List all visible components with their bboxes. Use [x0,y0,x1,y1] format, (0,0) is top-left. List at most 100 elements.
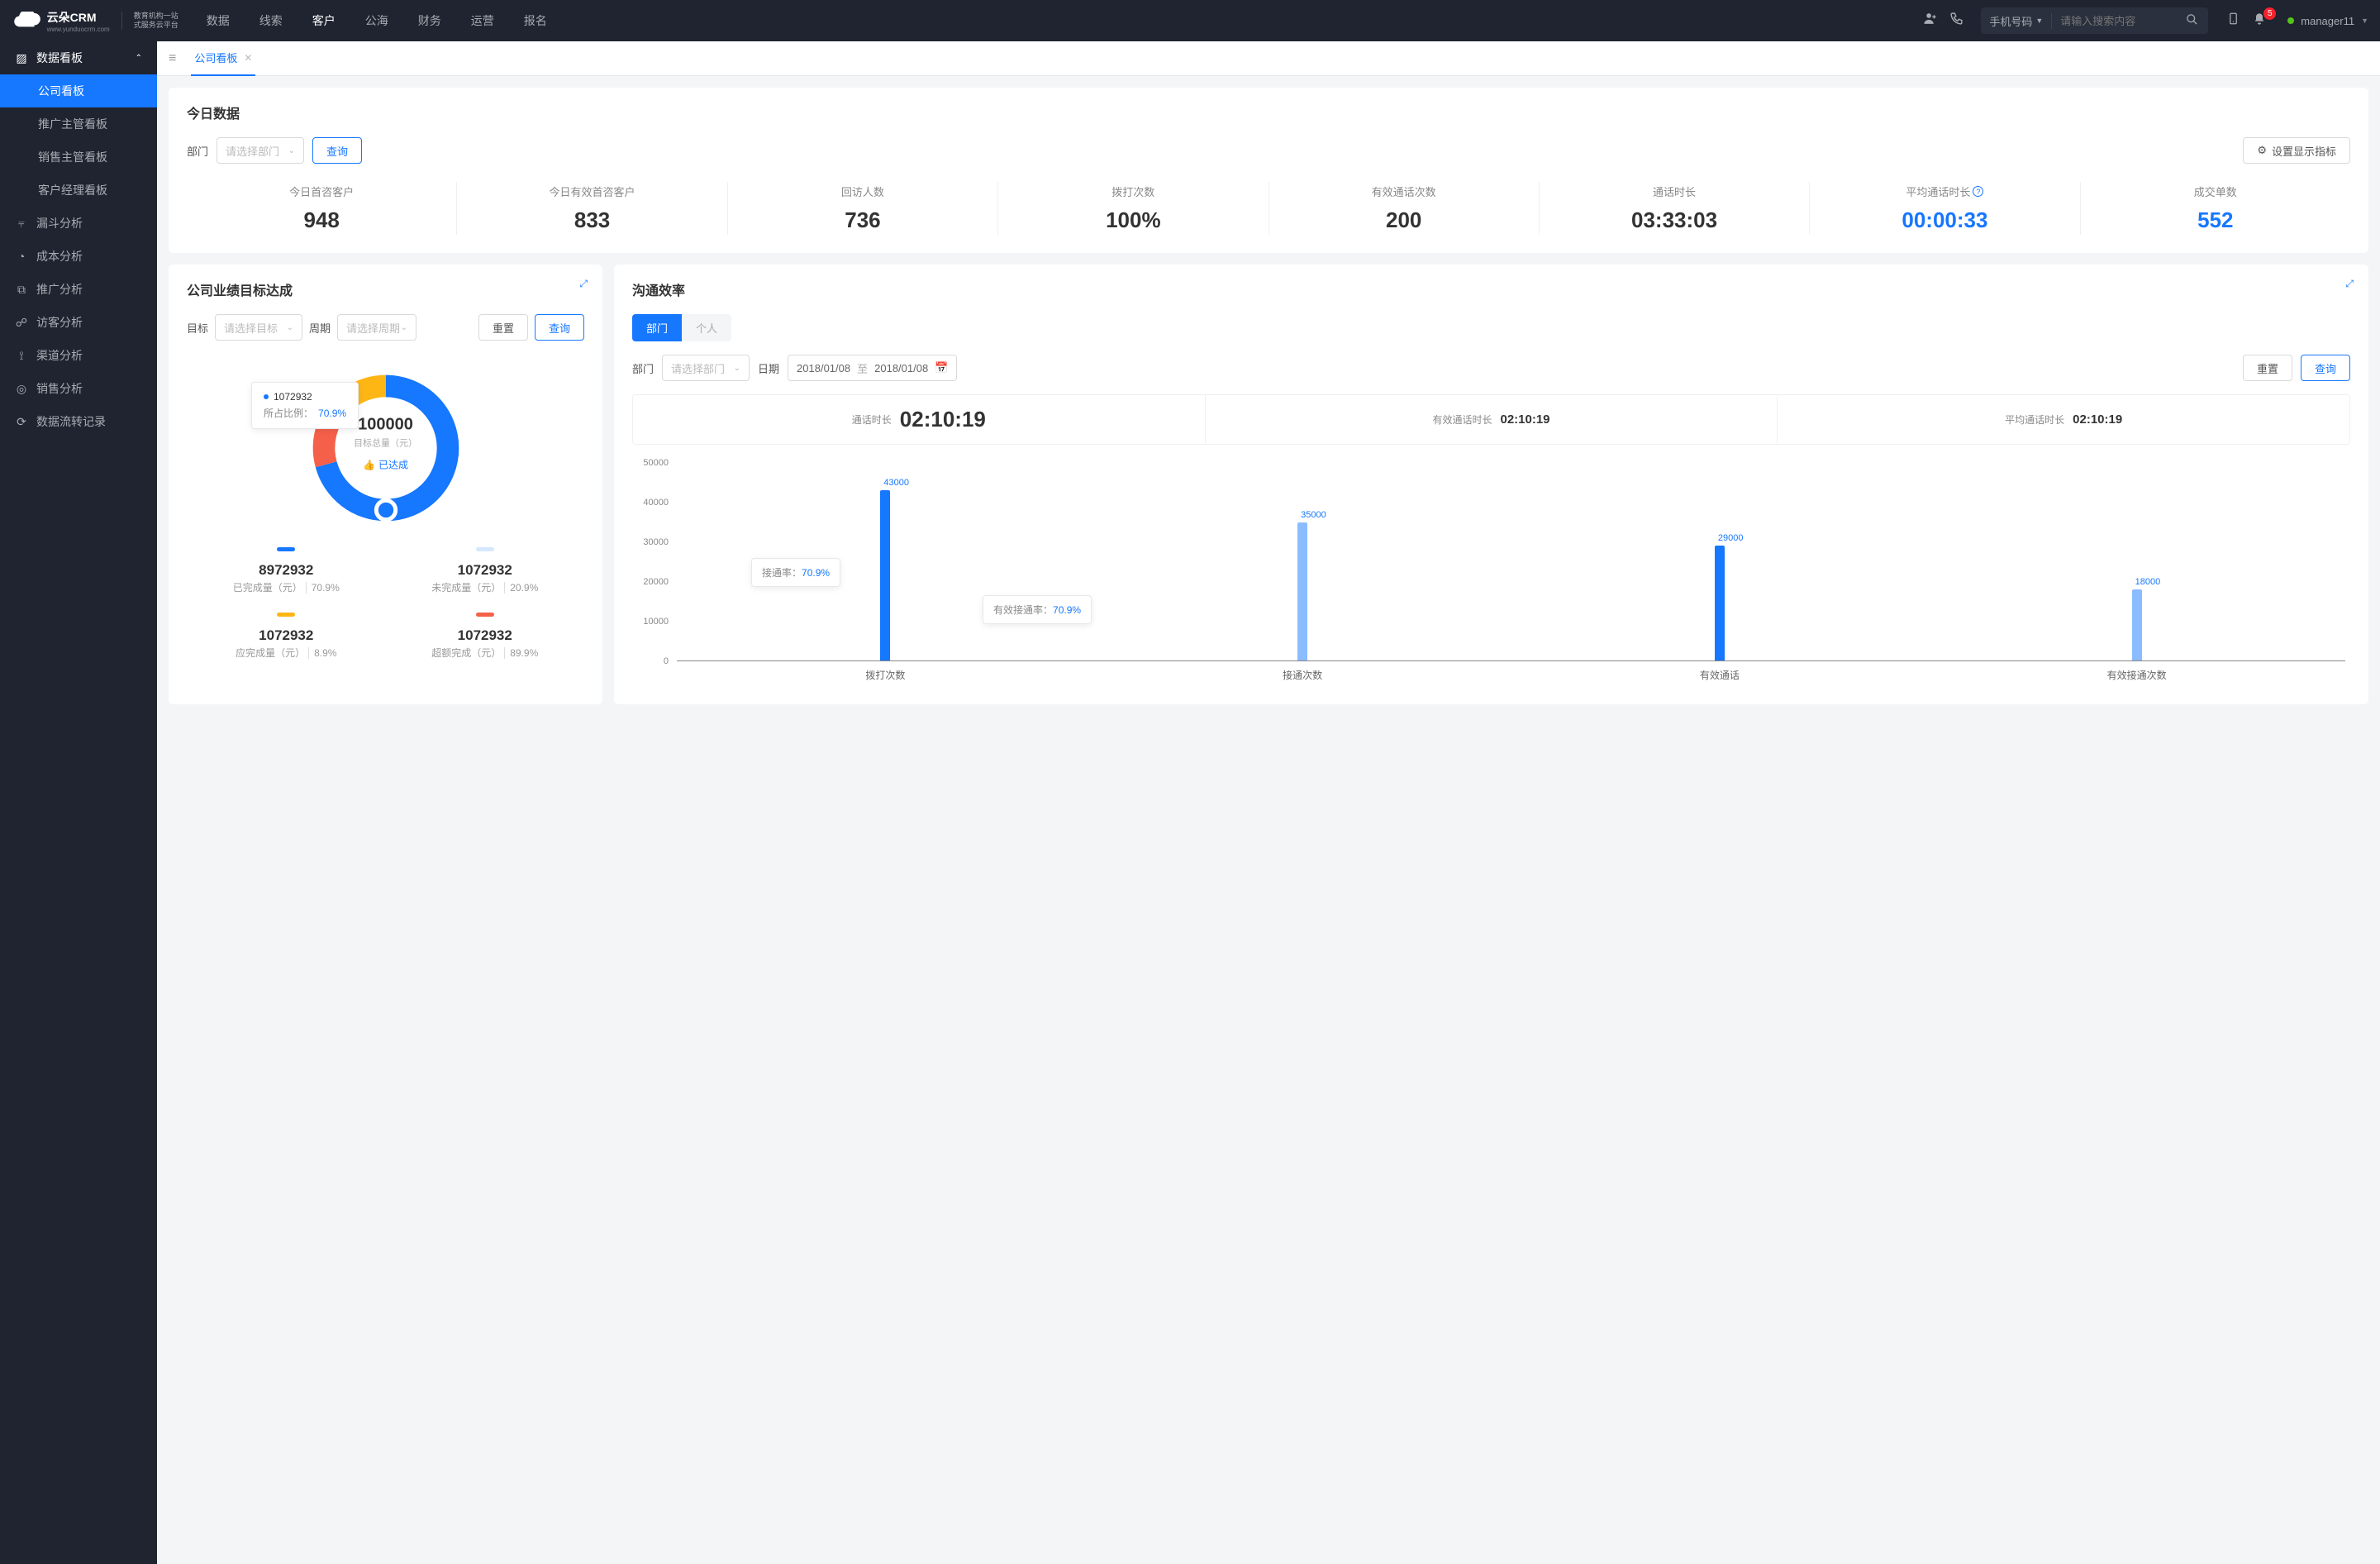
bell-icon[interactable]: 5 [2246,12,2273,30]
burger-icon[interactable]: ≡ [169,51,176,66]
eff-dept-select[interactable]: 请选择部门⌄ [662,355,750,381]
sidebar-item[interactable]: ◔成本分析 [0,240,157,273]
menu-icon: ◔ [15,250,28,263]
stat-item: 今日首咨客户948 [187,182,457,235]
chevron-up-icon: ⌃ [136,54,142,63]
search-icon[interactable] [2176,13,2208,28]
thumbs-up-icon: 👍 [363,459,375,470]
sidebar-sub-item[interactable]: 推广主管看板 [0,107,157,141]
gear-icon: ⚙ [2257,144,2267,157]
sidebar-sub-item[interactable]: 客户经理看板 [0,174,157,207]
segment-tab[interactable]: 个人 [682,314,731,341]
bar-chart: 01000020000300004000050000 4300035000290… [632,455,2350,686]
sidebar-item[interactable]: ⟳数据流转记录 [0,405,157,438]
close-icon[interactable]: ✕ [244,52,252,64]
nav-item[interactable]: 数据 [207,12,230,29]
logo-text: 云朵CRM [47,9,110,26]
nav-item[interactable]: 客户 [312,12,336,29]
goal-title: 公司业绩目标达成 [187,279,584,299]
nav-item[interactable]: 财务 [418,12,441,29]
header-search: 手机号码▼ [1981,7,2208,34]
legend-item: 1072932应完成量（元）8.9% [187,613,386,660]
logo-url: www.yunduocrm.com [47,26,110,33]
tab-company-board[interactable]: 公司看板 ✕ [191,41,255,76]
stat-item: 通话时长03:33:03 [1540,182,1810,235]
stat-item: 回访人数736 [728,182,998,235]
expand-icon[interactable]: ⤢ [2345,278,2354,290]
today-title: 今日数据 [187,103,2350,122]
nav-item[interactable]: 报名 [524,12,547,29]
dashboard-icon: ▨ [15,51,28,65]
stat-item: 有效通话次数200 [1269,182,1540,235]
sidebar-sub-item[interactable]: 销售主管看板 [0,141,157,174]
reset-button[interactable]: 重置 [2243,355,2292,381]
query-button[interactable]: 查询 [312,137,362,164]
date-range-input[interactable]: 2018/01/08至2018/01/08 📅 [788,355,957,381]
sidebar-item[interactable]: ⟟渠道分析 [0,339,157,372]
legend-item: 8972932已完成量（元）70.9% [187,547,386,594]
user-menu[interactable]: manager11 ▼ [2287,15,2368,27]
logo-sub2: 式服务云平台 [134,21,178,30]
expand-icon[interactable]: ⤢ [579,278,588,290]
top-nav: 数据 线索 客户 公海 财务 运营 报名 [207,12,547,29]
stat-item: 拨打次数100% [998,182,1269,235]
logo-sub1: 教育机构一站 [134,12,178,21]
sidebar-item[interactable]: ⧉推广分析 [0,273,157,306]
nav-item[interactable]: 公海 [365,12,388,29]
goal-card: ⤢ 公司业绩目标达成 目标 请选择目标⌄ 周期 请选择周期⌄ 重置 查询 [169,265,602,704]
menu-icon: ⧉ [15,283,28,297]
achieved-badge: 👍已达成 [363,457,408,471]
donut-tooltip: 1072932 所占比例：70.9% [251,382,359,429]
sidebar-sub-item[interactable]: 公司看板 [0,74,157,107]
nav-item[interactable]: 线索 [259,12,283,29]
info-icon: ? [1973,186,1983,197]
logo[interactable]: 云朵CRM www.yunduocrm.com 教育机构一站 式服务云平台 [12,9,178,33]
stat-item: 今日有效首咨客户833 [457,182,727,235]
segment-tab[interactable]: 部门 [632,314,682,341]
legend-item: 1072932未完成量（元）20.9% [386,547,585,594]
dept-label: 部门 [187,143,208,159]
calendar-icon: 📅 [935,361,948,374]
sidebar-item[interactable]: ◎销售分析 [0,372,157,405]
search-input[interactable] [2052,15,2176,27]
period-select[interactable]: 请选择周期⌄ [337,314,416,341]
username: manager11 [2301,15,2354,27]
stat-item: 平均通话时长?00:00:33 [1810,182,2080,235]
menu-icon: ☍ [15,316,28,330]
menu-icon: ◎ [15,382,28,396]
chevron-down-icon: ▼ [2361,17,2368,25]
query-button[interactable]: 查询 [2301,355,2350,381]
add-user-icon[interactable] [1916,12,1943,30]
efficiency-title: 沟通效率 [632,279,2350,299]
menu-icon: ⟟ [15,349,28,363]
search-type-select[interactable]: 手机号码▼ [1981,13,2052,29]
reset-button[interactable]: 重置 [478,314,528,341]
target-select[interactable]: 请选择目标⌄ [215,314,302,341]
mobile-icon[interactable] [2220,12,2246,30]
main-area: ≡ 公司看板 ✕ 今日数据 部门 请选择部门⌄ 查询 ⚙设置显示指标 今日首咨客… [157,41,2380,1564]
kpi-item: 平均通话时长02:10:19 [1778,395,2349,444]
bar-tooltip-1: 接通率：70.9% [751,558,840,587]
sidebar-item[interactable]: ☍访客分析 [0,306,157,339]
sidebar-item[interactable]: ⫧漏斗分析 [0,207,157,240]
settings-button[interactable]: ⚙设置显示指标 [2243,137,2350,164]
donut-chart: 100000 目标总量（元） 👍已达成 1072932 所占比例：70.9% [187,365,584,531]
segment-tabs: 部门个人 [632,314,731,341]
nav-item[interactable]: 运营 [471,12,494,29]
cloud-icon [12,12,42,30]
menu-icon: ⫧ [15,217,28,231]
dept-select[interactable]: 请选择部门⌄ [217,137,304,164]
legend-item: 1072932超额完成（元）89.9% [386,613,585,660]
top-header: 云朵CRM www.yunduocrm.com 教育机构一站 式服务云平台 数据… [0,0,2380,41]
sidebar-group-dashboard[interactable]: ▨ 数据看板 ⌃ [0,41,157,74]
query-button[interactable]: 查询 [535,314,584,341]
phone-icon[interactable] [1943,12,1969,30]
efficiency-card: ⤢ 沟通效率 部门个人 部门 请选择部门⌄ 日期 2018/01/08至2018… [614,265,2368,704]
bar-tooltip-2: 有效接通率：70.9% [983,595,1092,624]
notification-badge: 5 [2263,7,2276,20]
today-card: 今日数据 部门 请选择部门⌄ 查询 ⚙设置显示指标 今日首咨客户948今日有效首… [169,88,2368,253]
kpi-item: 通话时长02:10:19 [633,395,1206,444]
chevron-down-icon: ⌄ [288,146,295,155]
sidebar: ▨ 数据看板 ⌃ 公司看板推广主管看板销售主管看板客户经理看板 ⫧漏斗分析◔成本… [0,41,157,1564]
kpi-item: 有效通话时长02:10:19 [1206,395,1778,444]
